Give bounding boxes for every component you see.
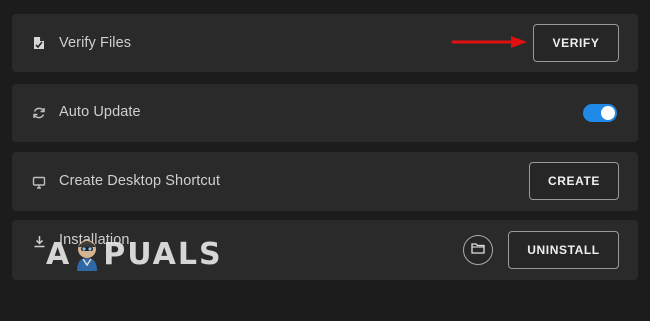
- settings-screen: Verify Files VERIFY Auto Update Create D…: [0, 0, 650, 321]
- installation-row: Installation UNINSTALL: [12, 220, 638, 280]
- verify-files-label: Verify Files: [59, 35, 132, 51]
- desktop-shortcut-row: Create Desktop Shortcut CREATE: [12, 152, 638, 211]
- desktop-shortcut-label: Create Desktop Shortcut: [59, 173, 221, 189]
- folder-icon: [471, 241, 485, 259]
- verify-button[interactable]: VERIFY: [533, 24, 619, 62]
- open-folder-button[interactable]: [463, 235, 493, 265]
- bottom-strip: [0, 290, 650, 321]
- download-icon: [31, 233, 47, 249]
- auto-update-row: Auto Update: [12, 84, 638, 142]
- monitor-icon: [31, 174, 47, 190]
- uninstall-button[interactable]: UNINSTALL: [508, 231, 619, 269]
- toggle-knob: [601, 106, 615, 120]
- create-button[interactable]: CREATE: [529, 162, 619, 200]
- auto-update-toggle[interactable]: [583, 104, 617, 122]
- auto-update-label: Auto Update: [59, 104, 141, 120]
- verify-files-row: Verify Files VERIFY: [12, 14, 638, 72]
- red-arrow-annotation: [451, 36, 527, 48]
- installation-label: Installation: [59, 232, 130, 248]
- file-icon: [31, 35, 47, 51]
- refresh-icon: [31, 105, 47, 121]
